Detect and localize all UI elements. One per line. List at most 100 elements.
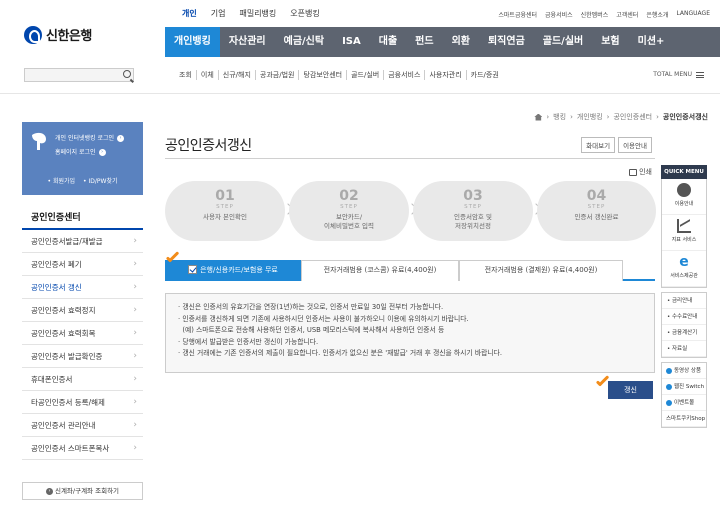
quick-video[interactable]: 동영상 상품 bbox=[662, 363, 706, 379]
gnb-pension[interactable]: 퇴직연금 bbox=[479, 27, 534, 57]
checkbox-icon[interactable] bbox=[188, 264, 198, 274]
lnb-item-other[interactable]: 타공인인증서 등록/해제 bbox=[22, 391, 143, 414]
lnb-item-confirm[interactable]: 공인인증서 발급확인증 bbox=[22, 345, 143, 368]
subnav-inquiry[interactable]: 조회 bbox=[175, 70, 197, 80]
lnb-title: 공인인증센터 bbox=[31, 213, 81, 223]
tab-kftc-paid[interactable]: 전자거래범용 (결제원) 유료(4,400원) bbox=[459, 260, 623, 281]
search-input[interactable] bbox=[24, 68, 134, 82]
renew-button[interactable]: 갱신 bbox=[608, 381, 653, 399]
quick-ie[interactable]: e 서비스제공관 bbox=[662, 251, 706, 287]
crumb-current: 공인인증서갱신 bbox=[662, 113, 708, 121]
subnav-transfer[interactable]: 이체 bbox=[197, 70, 219, 80]
hamburger-icon bbox=[696, 71, 704, 78]
crumb-cert-center[interactable]: 공인인증센터 bbox=[613, 112, 652, 122]
quick-webzine[interactable]: 웹진 Switch bbox=[662, 379, 706, 395]
progress-steps: 01 STEP 사용자 본인확인 02 STEP 보안카드/ 이체비밀번호 입력… bbox=[165, 181, 656, 241]
gnb-gold[interactable]: 골드/실버 bbox=[534, 27, 592, 57]
util-smart[interactable]: 스마트금융센터 bbox=[498, 10, 537, 19]
gnb-fund[interactable]: 펀드 bbox=[406, 27, 442, 57]
global-nav: 개인뱅킹 자산관리 예금/신탁 ISA 대출 펀드 외환 퇴직연금 골드/실버 … bbox=[165, 27, 720, 57]
quick-archive[interactable]: 자료실 bbox=[662, 341, 706, 357]
quick-index[interactable]: 지표 서비스 bbox=[662, 215, 706, 251]
join-link[interactable]: • 회원가입 bbox=[48, 176, 76, 185]
notice-item: · 인증서를 갱신하게 되면 기존에 사용하시던 인증서는 사용이 불가하오니 … bbox=[178, 314, 469, 323]
headset-icon bbox=[677, 183, 691, 197]
total-menu-button[interactable]: TOTAL MENU bbox=[653, 71, 704, 78]
gnb-insurance[interactable]: 보험 bbox=[592, 27, 628, 57]
lnb-item-suspend[interactable]: 공인인증서 효력정지 bbox=[22, 299, 143, 322]
gnb-loan[interactable]: 대출 bbox=[370, 27, 406, 57]
total-menu-label: TOTAL MENU bbox=[653, 71, 692, 78]
lnb-item-phone[interactable]: 휴대폰인증서 bbox=[22, 368, 143, 391]
search-icon[interactable] bbox=[123, 70, 131, 78]
tab-free-bank[interactable]: 은행/신용카드/보험용 무료 bbox=[165, 260, 301, 281]
util-about[interactable]: 은행소개 bbox=[646, 10, 668, 19]
crumb-banking[interactable]: 뱅킹 bbox=[553, 112, 566, 122]
chart-icon bbox=[677, 219, 691, 233]
tier1-open[interactable]: 오픈뱅킹 bbox=[290, 8, 319, 19]
lnb-item-revoke[interactable]: 공인인증서 폐기 bbox=[22, 253, 143, 276]
arrow-circle-icon: › bbox=[98, 149, 106, 156]
zoom-button[interactable]: 화대보기 bbox=[581, 137, 616, 153]
util-members[interactable]: 신한멤버스 bbox=[581, 10, 609, 19]
gnb-asset[interactable]: 자산관리 bbox=[220, 27, 275, 57]
sub-nav: 조회 이체 신규/해지 공과금/법원 탕감보안센터 골드/실버 금융서비스 사용… bbox=[175, 70, 503, 80]
personal-login-link[interactable]: 개인 인터넷뱅킹 로그인 › bbox=[55, 133, 125, 142]
find-id-link[interactable]: • ID/PW찾기 bbox=[83, 176, 117, 185]
lnb-item-restore[interactable]: 공인인증서 효력회복 bbox=[22, 322, 143, 345]
gnb-mission[interactable]: 미션+ bbox=[629, 27, 674, 57]
event-icon bbox=[666, 399, 672, 406]
cert-type-tabs: 은행/신용카드/보험용 무료 전자거래범용 (코스콤) 유료(4,400원) 전… bbox=[165, 260, 655, 281]
notice-item: · 당행에서 발급받은 인증서만 갱신이 가능합니다. bbox=[178, 337, 319, 346]
utility-links: 스마트금융센터 금융서비스 신한멤버스 고객센터 은행소개 LANGUAGE bbox=[498, 10, 710, 19]
subnav-gold[interactable]: 골드/실버 bbox=[347, 70, 385, 80]
quick-rate[interactable]: 금리안내 bbox=[662, 293, 706, 309]
gnb-deposit[interactable]: 예금/신탁 bbox=[275, 27, 333, 57]
top-category-nav: 개인 기업 패밀리뱅킹 오픈뱅킹 bbox=[182, 8, 320, 19]
arrow-circle-icon: › bbox=[117, 135, 125, 142]
tier1-personal[interactable]: 개인 bbox=[182, 8, 197, 19]
lnb-item-smartphone[interactable]: 공인인증서 스마트폰복사 bbox=[22, 437, 143, 460]
webzine-icon bbox=[666, 383, 672, 390]
quick-fee[interactable]: 수수료안내 bbox=[662, 309, 706, 325]
gnb-personal-banking[interactable]: 개인뱅킹 bbox=[165, 27, 220, 57]
tier1-corporate[interactable]: 기업 bbox=[211, 8, 226, 19]
crumb-personal[interactable]: 개인뱅킹 bbox=[577, 112, 603, 122]
subnav-security[interactable]: 탕감보안센터 bbox=[299, 70, 348, 80]
lnb-item-manage[interactable]: 공인인증서 관리안내 bbox=[22, 414, 143, 437]
header-divider bbox=[0, 93, 720, 94]
title-buttons: 화대보기 이용안내 bbox=[581, 137, 652, 153]
subnav-bills[interactable]: 공과금/법원 bbox=[256, 70, 300, 80]
quick-calc[interactable]: 금융계산기 bbox=[662, 325, 706, 341]
lnb-item-renew[interactable]: 공인인증서 갱신 bbox=[22, 276, 143, 299]
subnav-user[interactable]: 사용자관리 bbox=[425, 70, 467, 80]
subnav-new[interactable]: 신규/해지 bbox=[219, 70, 256, 80]
util-customer[interactable]: 고객센터 bbox=[616, 10, 638, 19]
util-finance[interactable]: 금융서비스 bbox=[545, 10, 573, 19]
bank-logo[interactable]: 신한은행 bbox=[24, 25, 92, 44]
tier1-family[interactable]: 패밀리뱅킹 bbox=[239, 8, 276, 19]
subnav-card[interactable]: 카드/증권 bbox=[467, 70, 503, 80]
lnb-item-issue[interactable]: 공인인증서발급/재발급 bbox=[22, 230, 143, 253]
guide-button[interactable]: 이용안내 bbox=[618, 137, 652, 153]
title-divider bbox=[165, 158, 655, 159]
login-bottom-links: • 회원가입 • ID/PW찾기 bbox=[22, 176, 143, 185]
home-icon[interactable] bbox=[534, 113, 543, 121]
quick-links: 금리안내 수수료안내 금융계산기 자료실 bbox=[661, 292, 707, 358]
quick-shop[interactable]: 스마트쿠키Shop bbox=[662, 411, 706, 427]
quick-event[interactable]: 이벤트몰 bbox=[662, 395, 706, 411]
subnav-service[interactable]: 금융서비스 bbox=[384, 70, 426, 80]
homepage-login-link[interactable]: 홈페이지 로그인 › bbox=[55, 147, 106, 156]
tab-koscom-paid[interactable]: 전자거래범용 (코스콤) 유료(4,400원) bbox=[301, 260, 459, 281]
step-4: 04 STEP 인증서 갱신완료 bbox=[537, 181, 656, 241]
print-button[interactable]: 인쇄 bbox=[629, 167, 652, 177]
gnb-isa[interactable]: ISA bbox=[333, 27, 370, 57]
account-lookup-button[interactable]: › 신계좌/구계좌 조회하기 bbox=[22, 482, 143, 500]
play-icon bbox=[666, 367, 672, 374]
printer-icon bbox=[629, 168, 638, 176]
pointer-arrow-icon bbox=[598, 374, 612, 388]
step-3: 03 STEP 인증서암호 및 저장위치선정 bbox=[413, 181, 533, 241]
gnb-fx[interactable]: 외환 bbox=[443, 27, 479, 57]
util-language[interactable]: LANGUAGE bbox=[676, 10, 710, 19]
quick-guide[interactable]: 이용안내 bbox=[662, 179, 706, 215]
